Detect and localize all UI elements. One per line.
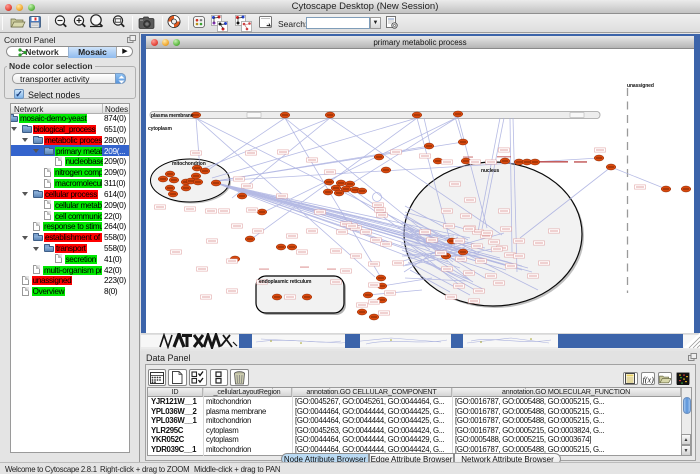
svg-text:f(x): f(x)	[642, 375, 654, 384]
svg-text:endoplasmic reticulum: endoplasmic reticulum	[259, 279, 312, 285]
svg-text:cytoplasm: cytoplasm	[148, 126, 172, 132]
svg-text:nucleus: nucleus	[481, 168, 500, 174]
svg-text:unassigned: unassigned	[627, 83, 654, 89]
svg-text:mitochondrion: mitochondrion	[172, 161, 206, 167]
svg-text:plasma membrane: plasma membrane	[151, 113, 194, 119]
